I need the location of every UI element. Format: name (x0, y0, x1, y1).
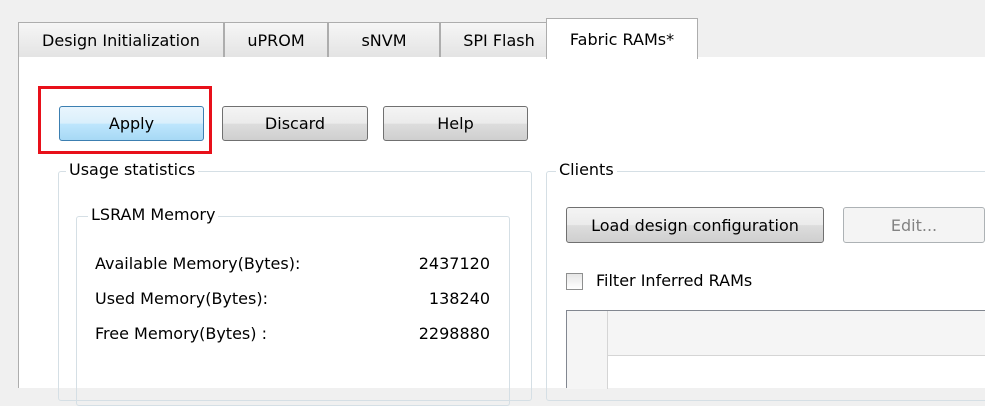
load-design-configuration-button[interactable]: Load design configuration (566, 207, 824, 243)
edit-button[interactable]: Edit... (843, 207, 985, 243)
tab-label: SPI Flash (463, 31, 535, 50)
apply-highlight-box (38, 86, 212, 154)
help-button[interactable]: Help (383, 106, 528, 141)
clients-table-header (567, 311, 985, 356)
available-memory-label: Available Memory(Bytes): (95, 254, 301, 273)
clients-title: Clients (556, 160, 617, 179)
lsram-memory-group (76, 216, 510, 406)
tab-snvm[interactable]: sNVM (328, 22, 440, 58)
clients-table-row-header (567, 311, 608, 389)
filter-inferred-rams-label: Filter Inferred RAMs (596, 271, 753, 290)
filter-inferred-rams-checkbox[interactable] (566, 273, 583, 290)
tab-bar: Design Initialization uPROM sNVM SPI Fla… (18, 18, 985, 59)
tab-label: Design Initialization (42, 31, 200, 50)
load-design-configuration-label: Load design configuration (591, 215, 799, 235)
tab-label: sNVM (361, 31, 407, 50)
lsram-memory-title: LSRAM Memory (88, 205, 219, 224)
tab-label: Fabric RAMs* (569, 29, 675, 49)
free-memory-label: Free Memory(Bytes) : (95, 324, 267, 343)
discard-button-label: Discard (264, 114, 326, 133)
discard-button[interactable]: Discard (222, 106, 368, 141)
help-button-label: Help (437, 114, 474, 133)
tab-design-initialization[interactable]: Design Initialization (18, 22, 224, 58)
edit-button-label: Edit... (890, 215, 938, 235)
tab-spi-flash[interactable]: SPI Flash (440, 22, 558, 58)
tab-fabric-rams[interactable]: Fabric RAMs* (546, 18, 698, 59)
tab-label: uPROM (247, 31, 305, 50)
usage-statistics-title: Usage statistics (66, 160, 199, 179)
available-memory-value: 2437120 (418, 254, 490, 273)
clients-table[interactable] (566, 310, 985, 389)
free-memory-value: 2298880 (418, 324, 490, 343)
used-memory-value: 138240 (428, 289, 490, 308)
used-memory-label: Used Memory(Bytes): (95, 289, 268, 308)
tab-uprom[interactable]: uPROM (224, 22, 328, 58)
